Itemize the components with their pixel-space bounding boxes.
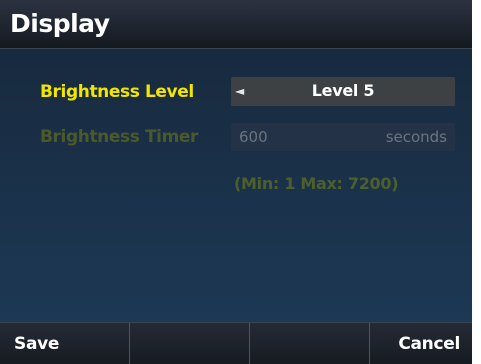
cancel-softkey[interactable]: Cancel	[370, 323, 472, 364]
softkey-2[interactable]	[130, 323, 250, 364]
brightness-level-label: Brightness Level	[40, 82, 194, 102]
timer-range-hint: (Min: 1 Max: 7200)	[234, 174, 399, 193]
title-bar: Display	[0, 0, 472, 49]
brightness-timer-unit: seconds	[385, 128, 447, 146]
softkey-bar: Save Cancel	[0, 322, 472, 364]
brightness-timer-value: 600	[239, 128, 268, 146]
page-title: Display	[10, 9, 110, 38]
phone-screen: Display Brightness Level ◄ Level 5 Brigh…	[0, 0, 472, 364]
brightness-level-selector[interactable]: ◄ Level 5	[231, 77, 455, 106]
brightness-timer-label: Brightness Timer	[40, 127, 199, 147]
save-softkey[interactable]: Save	[0, 323, 130, 364]
brightness-timer-field[interactable]: 600 seconds	[231, 123, 455, 151]
brightness-level-value: Level 5	[311, 81, 375, 100]
softkey-3[interactable]	[250, 323, 370, 364]
